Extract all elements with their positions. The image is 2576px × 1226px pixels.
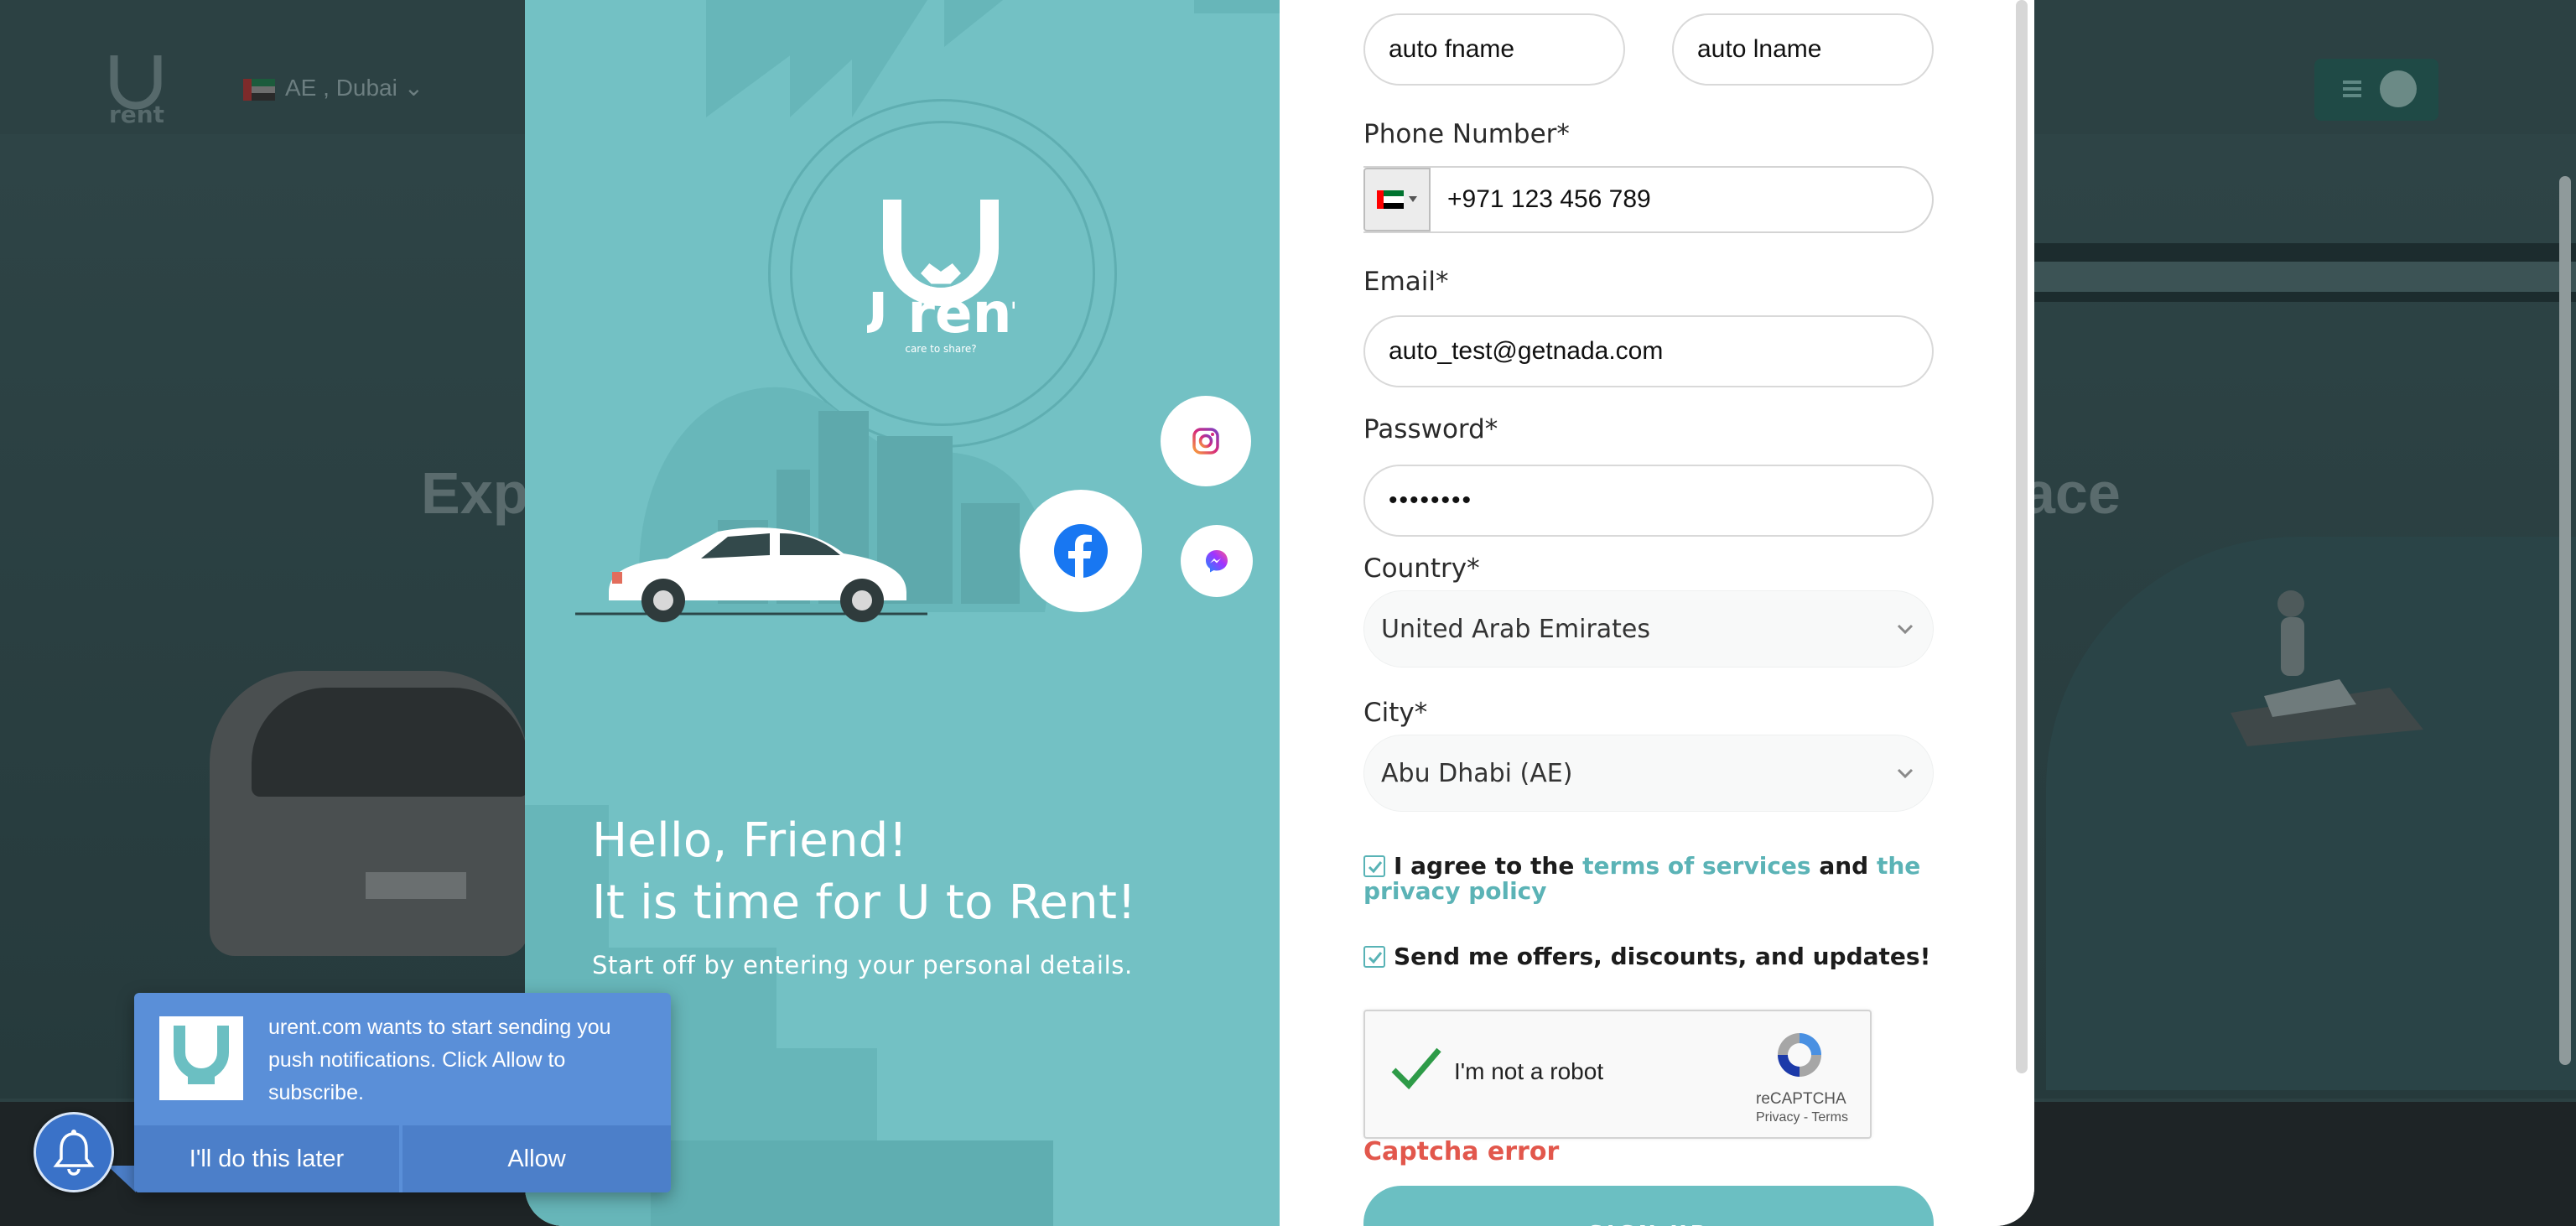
push-allow-button[interactable]: Allow xyxy=(402,1125,671,1192)
recaptcha-terms-link[interactable]: Terms xyxy=(1811,1110,1848,1125)
push-notification-prompt: urent.com wants to start sending you pus… xyxy=(134,993,671,1192)
terms-prefix: I agree to the xyxy=(1394,852,1575,880)
password-label: Password* xyxy=(1363,414,1498,444)
captcha-error-message: Captcha error xyxy=(1363,1137,1560,1166)
location-label: AE , Dubai xyxy=(285,75,397,101)
menu-icon xyxy=(2343,81,2361,97)
ae-flag-icon xyxy=(1377,190,1404,209)
location-selector[interactable]: AE , Dubai ⌄ xyxy=(285,74,423,101)
hero-heading-right: ace xyxy=(2023,460,2121,526)
recaptcha-links: Privacy - Terms xyxy=(1756,1110,1848,1125)
chevron-down-icon: ⌄ xyxy=(403,75,424,101)
recaptcha-privacy-link[interactable]: Privacy xyxy=(1756,1110,1800,1125)
messenger-icon xyxy=(1206,550,1228,573)
bell-icon xyxy=(53,1130,95,1176)
bridge-window xyxy=(2130,262,2264,292)
brand-tagline: care to share? xyxy=(905,343,976,355)
offers-checkbox[interactable] xyxy=(1363,946,1385,968)
phone-label: Phone Number* xyxy=(1363,119,1570,149)
chevron-down-icon xyxy=(1897,768,1914,779)
recaptcha-logo-icon xyxy=(1778,1033,1821,1077)
email-label: Email* xyxy=(1363,267,1449,297)
recaptcha-checkmark-icon[interactable] xyxy=(1390,1047,1442,1090)
terms-and: and xyxy=(1819,852,1869,880)
brand-name: U rent xyxy=(867,281,1015,345)
email-input[interactable] xyxy=(1363,315,1934,387)
ae-flag-icon xyxy=(243,79,275,101)
offers-option: Send me offers, discounts, and updates! xyxy=(1363,944,1930,969)
background-car-plate xyxy=(366,872,466,899)
signup-modal: U rent care to share? xyxy=(525,0,2034,1226)
facebook-icon xyxy=(1054,524,1108,579)
terms-checkbox[interactable] xyxy=(1363,855,1385,877)
terms-agreement: I agree to the terms of services and the… xyxy=(1363,854,1934,904)
recaptcha-label: I'm not a robot xyxy=(1454,1058,1604,1084)
car-illustration xyxy=(575,527,927,622)
instagram-icon xyxy=(1192,428,1219,455)
sign-up-button[interactable]: SIGN UP xyxy=(1363,1186,1934,1226)
country-select[interactable]: United Arab Emirates xyxy=(1363,590,1934,668)
account-menu-button[interactable] xyxy=(2314,59,2438,121)
phone-input[interactable] xyxy=(1434,168,1929,231)
recaptcha-brand: reCAPTCHA xyxy=(1756,1090,1846,1108)
svg-text:rent: rent xyxy=(109,101,164,127)
page-scrollbar[interactable] xyxy=(2559,176,2571,1065)
urent-logo-icon xyxy=(174,1026,229,1084)
decorative-shape xyxy=(944,0,1003,47)
phone-field xyxy=(1363,166,1934,233)
last-name-input[interactable] xyxy=(1672,13,1934,86)
push-later-button[interactable]: I'll do this later xyxy=(134,1125,399,1192)
messenger-link[interactable] xyxy=(1181,525,1253,597)
city-select[interactable]: Abu Dhabi (AE) xyxy=(1363,735,1934,812)
recaptcha-widget: I'm not a robot reCAPTCHA Privacy - Term… xyxy=(1363,1010,1872,1139)
caret-down-icon xyxy=(1409,196,1417,202)
welcome-subtitle: Start off by entering your personal deta… xyxy=(592,951,1133,979)
offers-label: Send me offers, discounts, and updates! xyxy=(1394,943,1931,970)
facebook-link[interactable] xyxy=(1020,490,1142,612)
jetski-image xyxy=(2231,590,2423,746)
first-name-input[interactable] xyxy=(1363,13,1625,86)
welcome-title-line2: It is time for U to Rent! xyxy=(592,875,1136,930)
push-site-logo xyxy=(159,1016,243,1100)
city-value: Abu Dhabi (AE) xyxy=(1381,758,1573,788)
hero-heading-left: Exp xyxy=(421,460,529,526)
phone-country-selector[interactable] xyxy=(1363,168,1431,231)
user-avatar-icon xyxy=(2380,70,2417,107)
welcome-title-line1: Hello, Friend! xyxy=(592,813,908,868)
password-input[interactable] xyxy=(1363,465,1934,537)
country-label: Country* xyxy=(1363,553,1480,584)
notification-bell-button[interactable] xyxy=(34,1112,114,1192)
recaptcha-separator: - xyxy=(1803,1110,1809,1125)
country-value: United Arab Emirates xyxy=(1381,614,1651,644)
checkmark-icon xyxy=(1368,861,1383,874)
push-prompt-pointer xyxy=(107,1166,136,1192)
chevron-down-icon xyxy=(1897,624,1914,635)
decorative-shape xyxy=(1194,0,1280,13)
urent-logo-icon: U rent care to share? xyxy=(867,200,1015,355)
city-label: City* xyxy=(1363,698,1428,728)
bridge-window xyxy=(2365,262,2499,292)
signup-form: Phone Number* Email* Password* Country* … xyxy=(1280,0,2034,1226)
modal-scrollbar[interactable] xyxy=(2016,0,2028,1073)
welcome-title: Hello, Friend! It is time for U to Rent! xyxy=(592,810,1136,934)
instagram-link[interactable] xyxy=(1161,396,1251,486)
decorative-shape xyxy=(651,1140,1053,1226)
nav-logo-icon[interactable]: rent xyxy=(99,52,174,127)
bridge-window xyxy=(2247,262,2381,292)
background-car-window xyxy=(252,688,528,797)
terms-of-service-link[interactable]: terms of services xyxy=(1582,852,1811,880)
push-message: urent.com wants to start sending you pus… xyxy=(268,1016,611,1104)
checkmark-icon xyxy=(1368,952,1383,964)
